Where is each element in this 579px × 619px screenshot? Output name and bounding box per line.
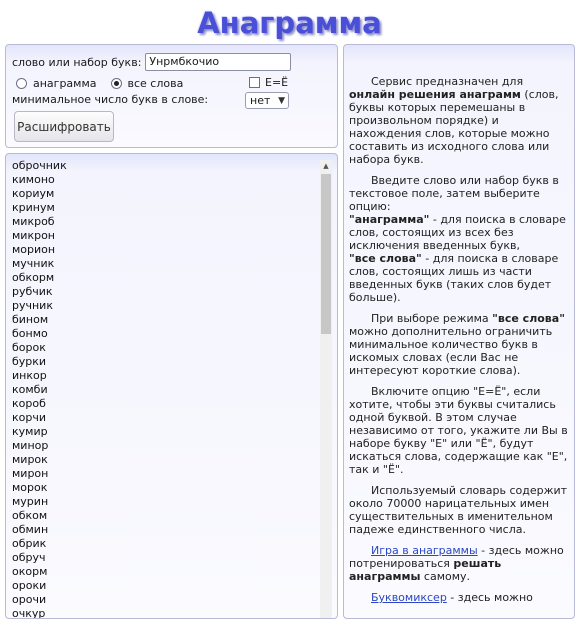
- result-item: окорм: [12, 565, 48, 578]
- result-item: комби: [12, 383, 48, 396]
- result-item: микрон: [12, 229, 55, 242]
- result-item: мурин: [12, 495, 49, 508]
- decode-button[interactable]: Расшифровать: [14, 111, 114, 142]
- info-panel: Сервис предназначен для онлайн решения а…: [343, 44, 575, 619]
- result-item: корчи: [12, 411, 47, 424]
- result-item: ручник: [12, 299, 53, 312]
- mode-anagram-radio[interactable]: [16, 78, 27, 89]
- ee-label[interactable]: Е=Ё: [265, 76, 288, 89]
- info-paragraph-mixer-link: Буквомиксер - здесь можно: [371, 591, 533, 604]
- result-item: кимоно: [12, 173, 55, 186]
- result-item: морок: [12, 481, 48, 494]
- min-letters-row: минимальное число букв в слове:: [12, 93, 208, 106]
- chevron-down-icon: ▼: [278, 95, 285, 106]
- result-item: мирон: [12, 467, 49, 480]
- result-item: оброчник: [12, 159, 67, 172]
- info-paragraph-usage: Введите слово или набор букв в текстовое…: [349, 174, 559, 213]
- letter-mixer-link[interactable]: Буквомиксер: [371, 591, 447, 604]
- search-form-panel: слово или набор букв: Унрмбкочио анаграм…: [5, 44, 338, 148]
- result-item: обком: [12, 509, 48, 522]
- ee-checkbox[interactable]: [249, 77, 260, 88]
- info-option-anagram: "анаграмма" - для поиска в словаре слов,…: [349, 213, 566, 252]
- ee-row: Е=Ё: [249, 76, 288, 89]
- result-item: короб: [12, 397, 46, 410]
- scroll-up-icon[interactable]: ▲: [320, 160, 332, 172]
- info-option-all-words: "все слова" - для поиска в словаре слов,…: [349, 252, 559, 304]
- result-item: морион: [12, 243, 56, 256]
- scroll-thumb[interactable]: [321, 174, 331, 334]
- result-item: обмин: [12, 523, 49, 536]
- result-item: мирок: [12, 453, 48, 466]
- result-item: очкур: [12, 607, 46, 619]
- result-item: ороки: [12, 579, 47, 592]
- result-item: орочи: [12, 593, 47, 606]
- info-text: Сервис предназначен для онлайн решения а…: [349, 75, 571, 612]
- result-item: бурки: [12, 355, 47, 368]
- min-letters-label: минимальное число букв в слове:: [12, 93, 209, 106]
- result-item: борок: [12, 341, 46, 354]
- result-item: кориум: [12, 187, 55, 200]
- result-item: микроб: [12, 215, 55, 228]
- results-panel: оброчник кимоно кориум кринум микроб микрон мо…: [5, 153, 338, 619]
- result-item: кумир: [12, 425, 48, 438]
- word-label: слово или набор букв:: [12, 55, 142, 69]
- mode-anagram-label[interactable]: анаграмма: [33, 77, 97, 90]
- mode-row: анаграмма все слова: [16, 77, 183, 90]
- results-list: оброчник кимоно кориум кринум микроб микрон мо…: [12, 159, 312, 619]
- info-paragraph-intro: Сервис предназначен для онлайн решения а…: [349, 75, 559, 166]
- info-paragraph-game-link: Игра в анаграммы - здесь можно потрениро…: [349, 544, 564, 583]
- word-row: слово или набор букв: Унрмбкочио: [12, 53, 292, 71]
- mode-all-words-radio[interactable]: [110, 78, 122, 89]
- result-item: кринум: [12, 201, 55, 214]
- result-item: мучник: [12, 257, 55, 270]
- result-item: обрик: [12, 537, 47, 550]
- mode-all-words-label[interactable]: все слова: [128, 77, 184, 90]
- result-item: бином: [12, 313, 49, 326]
- word-input[interactable]: Унрмбкочио: [145, 53, 292, 71]
- results-scrollbar[interactable]: ▲: [320, 160, 332, 618]
- result-item: бонмо: [12, 327, 48, 340]
- result-item: обруч: [12, 551, 46, 564]
- result-item: рубчик: [12, 285, 53, 298]
- page-title: Анаграмма: [197, 6, 382, 40]
- anagram-game-link[interactable]: Игра в анаграммы: [371, 544, 478, 557]
- result-item: инкор: [12, 369, 47, 382]
- info-paragraph-min-letters: При выборе режима "все слова" можно допо…: [349, 312, 565, 377]
- info-paragraph-dictionary: Используемый словарь содержит около 7000…: [349, 484, 568, 536]
- result-item: обкорм: [12, 271, 55, 284]
- result-item: минор: [12, 439, 49, 452]
- min-letters-value: нет: [250, 94, 271, 107]
- min-letters-select[interactable]: нет ▼: [245, 92, 289, 109]
- info-paragraph-ee: Включите опцию "Е=Ё", если хотите, чтобы…: [349, 385, 568, 476]
